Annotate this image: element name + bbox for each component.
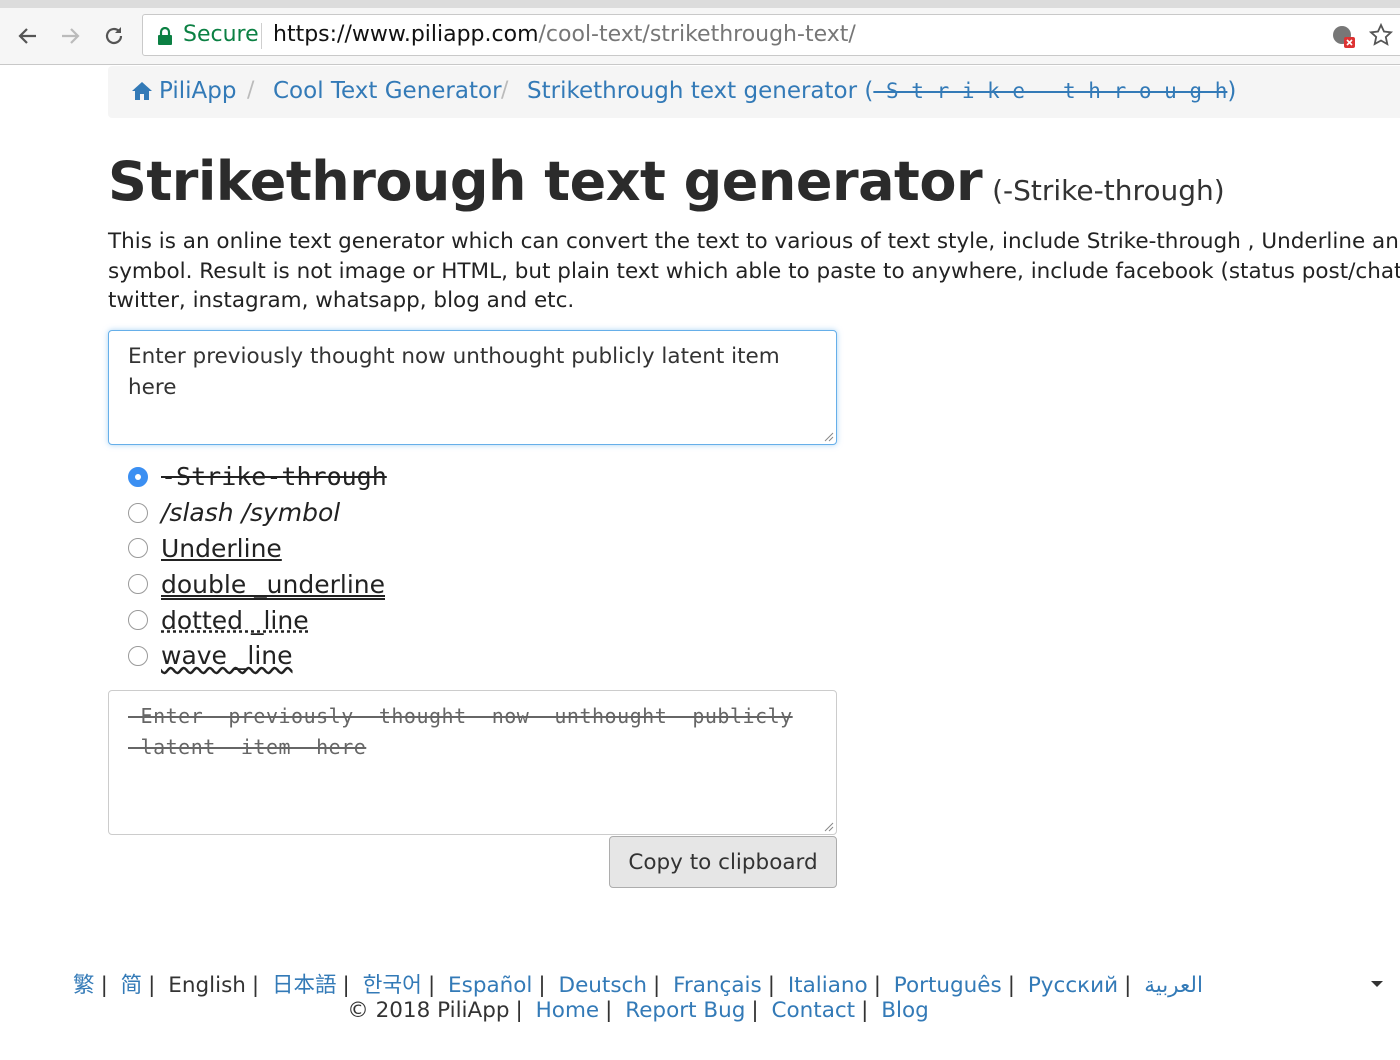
url-scheme: https:// <box>273 22 352 47</box>
radio-button[interactable] <box>128 610 148 631</box>
lock-icon <box>158 27 172 45</box>
breadcrumb-section-link[interactable]: Cool Text Generator <box>273 78 502 104</box>
resize-handle-icon[interactable] <box>822 820 834 832</box>
intro-paragraph: This is an online text generator which c… <box>108 227 1400 316</box>
option-label: wave _line <box>161 641 293 671</box>
lang-link-zh-hans[interactable]: 简 <box>121 973 143 998</box>
page-title: Strikethrough text generator <box>108 150 983 213</box>
lang-link-pt[interactable]: Português <box>894 973 1002 998</box>
option-double-underline[interactable]: double _underline <box>128 566 387 602</box>
address-bar[interactable]: Secure https://www.piliapp.com/cool-text… <box>142 14 1400 56</box>
lang-link-ko[interactable]: 한국어 <box>363 973 422 998</box>
breadcrumb-separator: / <box>247 78 255 103</box>
footer-link-home[interactable]: Home <box>536 998 600 1023</box>
reload-button[interactable] <box>98 18 130 54</box>
option-label: dotted _line <box>161 605 309 635</box>
breadcrumb-current-text: Strikethrough text generator ( <box>527 78 874 104</box>
breadcrumb-current[interactable]: Strikethrough text generator (-S-t-r-i-k… <box>527 78 1236 104</box>
breadcrumb-separator: / <box>501 78 509 103</box>
lang-link-it[interactable]: Italiano <box>788 973 868 998</box>
radio-button[interactable] <box>128 574 148 595</box>
breadcrumb-home-link[interactable]: PiliApp <box>159 78 236 104</box>
reload-icon <box>105 27 123 45</box>
lang-link-de[interactable]: Deutsch <box>559 973 648 998</box>
lang-link-ja[interactable]: 日本語 <box>272 973 337 998</box>
arrow-right-icon <box>62 28 80 44</box>
language-links: 繁 | 简 | English | 日本語 | 한국어 | Español | Deutsc… <box>73 973 1203 998</box>
address-separator <box>261 23 262 49</box>
back-button[interactable] <box>12 18 44 54</box>
input-text: Enter previously thought now unthought p… <box>128 344 780 400</box>
intro-line: This is an online text generator which c… <box>108 229 1400 254</box>
option-strikethrough[interactable]: -Strike-through <box>128 459 387 495</box>
output-text: -Enter -previously -thought -now -unthou… <box>128 704 793 759</box>
output-textarea[interactable]: -Enter -previously -thought -now -unthou… <box>108 690 837 835</box>
lang-link-ar[interactable]: العربية <box>1144 973 1203 998</box>
option-label: Underline <box>161 533 282 563</box>
radio-button[interactable] <box>128 645 148 666</box>
tab-strip <box>0 0 1400 8</box>
option-underline[interactable]: Underline <box>128 531 387 567</box>
option-slash[interactable]: /slash /symbol <box>128 495 387 531</box>
url-text: https://www.piliapp.com/cool-text/strike… <box>273 22 856 47</box>
lang-link-zh-hant[interactable]: 繁 <box>73 973 95 998</box>
radio-button[interactable] <box>128 538 148 559</box>
page-subtitle: (-Strike-through) <box>992 174 1225 207</box>
footer-link-blog[interactable]: Blog <box>881 998 929 1023</box>
browser-toolbar: Secure https://www.piliapp.com/cool-text… <box>0 8 1400 65</box>
option-label: /slash /symbol <box>161 498 341 528</box>
lang-current-en: English <box>168 973 246 998</box>
input-textarea[interactable]: Enter previously thought now unthought p… <box>108 330 837 445</box>
breadcrumb-current-close: ) <box>1227 78 1237 104</box>
radio-button[interactable] <box>128 502 148 523</box>
extension-icon[interactable] <box>1331 24 1357 50</box>
intro-line: symbol. Result is not image or HTML, but… <box>108 258 1400 284</box>
forward-button[interactable] <box>54 18 86 54</box>
bookmark-star-icon[interactable] <box>1369 23 1393 47</box>
lang-link-es[interactable]: Español <box>448 973 532 998</box>
lang-link-ru[interactable]: Русский <box>1028 973 1118 998</box>
lang-link-fr[interactable]: Français <box>673 973 762 998</box>
footer-bottom: © 2018 PiliApp | Home | Report Bug | Contac… <box>347 998 929 1023</box>
breadcrumb: PiliApp / Cool Text Generator / Striketh… <box>108 66 1400 118</box>
chevron-down-icon[interactable] <box>1369 979 1385 989</box>
page-heading: Strikethrough text generator (-Strike-thr… <box>108 150 1225 213</box>
breadcrumb-current-styled: -S-t-r-i-k-e---t-h-r-o-u-g-h <box>873 79 1228 103</box>
secure-label: Secure <box>183 22 259 47</box>
intro-line: twitter, instagram, whatsapp, blog and e… <box>108 288 575 313</box>
url-host: www.piliapp.com <box>351 22 539 47</box>
footer-link-contact[interactable]: Contact <box>771 998 855 1023</box>
arrow-left-icon <box>18 28 36 44</box>
option-wave-line[interactable]: wave _line <box>128 638 387 674</box>
option-label: -Strike-through <box>161 462 387 492</box>
option-dotted-line[interactable]: dotted _line <box>128 602 387 638</box>
copyright: © 2018 PiliApp <box>347 998 510 1023</box>
url-path: /cool-text/strikethrough-text/ <box>538 22 856 47</box>
option-label: double _underline <box>161 569 385 599</box>
style-options: -Strike-through /slash /symbol Underline… <box>128 459 387 674</box>
home-icon <box>132 82 152 100</box>
radio-button[interactable] <box>128 466 148 487</box>
resize-handle-icon[interactable] <box>822 430 834 442</box>
copy-to-clipboard-button[interactable]: Copy to clipboard <box>609 836 837 888</box>
footer-link-report-bug[interactable]: Report Bug <box>625 998 745 1023</box>
